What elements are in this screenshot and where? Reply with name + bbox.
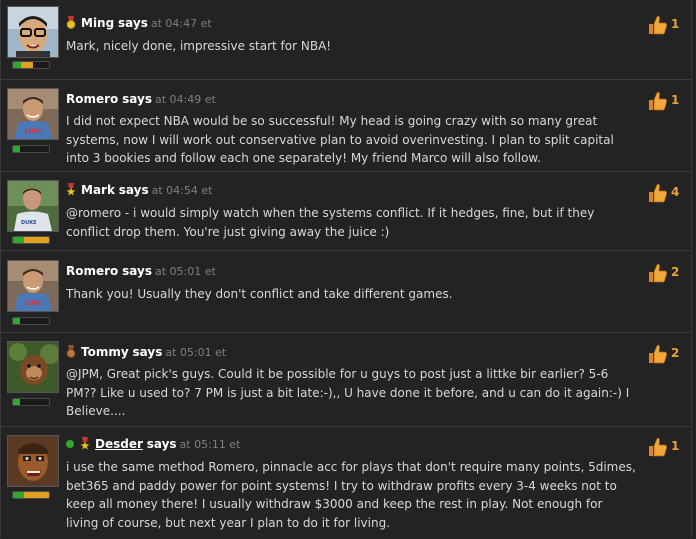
comment-item: Ming says at 04:47 et Mark, nicely done, … [1,0,691,79]
rank-bar-fill [13,146,21,152]
comment-item: LOVE Romero says at 05:01 et Thank you! U… [1,250,691,333]
author-name: Mark [81,183,115,197]
rank-bar-fill [13,62,33,68]
avatar[interactable] [7,341,59,393]
author-name: Tommy [81,345,129,359]
rank-bar-fill [13,318,21,324]
avatar[interactable]: LOVE [7,260,59,312]
says-label: says [132,345,163,359]
comment-header: Ming says at 04:47 et [66,16,212,30]
like-button[interactable]: 1 [646,436,686,458]
says-label: says [146,437,177,451]
like-count: 1 [671,17,680,31]
svg-text:DUKE: DUKE [21,220,37,226]
thumbs-up-icon [649,91,667,111]
comment-header: Romero says at 04:49 et [66,92,216,106]
comment-text: Thank you! Usually they don't conflict a… [66,287,453,301]
says-label: says [122,264,152,278]
comment-item: DUKE Mark says at 04:54 et @romero - i wo… [1,171,691,251]
like-button[interactable]: 2 [646,262,686,284]
avatar[interactable]: DUKE [7,180,59,232]
author-name: Romero [66,92,119,106]
thumbs-up-icon [649,15,667,35]
comment-text: @romero - i would simply watch when the … [66,206,595,239]
star-medal-icon [66,183,76,196]
author-name: Ming [81,16,115,30]
bronze-medal-icon [66,345,76,358]
like-count: 2 [671,265,680,279]
timestamp: at 04:47 et [150,17,212,30]
comment-text: @JPM, Great pick's guys. Could it be pos… [66,367,630,418]
svg-text:LOVE: LOVE [25,300,42,307]
avatar[interactable] [7,435,59,487]
comment-header: Tommy says at 05:01 et [66,345,226,359]
timestamp: at 05:11 et [179,438,241,451]
avatar[interactable] [7,6,59,58]
comment-item: LOVE Romero says at 04:49 et I did not ex… [1,79,691,172]
thumbs-up-icon [649,437,667,457]
rank-bar-fill [13,237,49,243]
like-button[interactable]: 1 [646,14,686,36]
comment-header: Mark says at 04:54 et [66,183,212,197]
thumbs-up-icon [649,263,667,283]
comment-item: Desder says at 05:11 et i use the same me… [1,426,691,539]
frame-right-border [691,0,692,538]
svg-text:LOVE: LOVE [25,128,42,135]
rank-bar [12,491,50,499]
timestamp: at 05:01 et [154,265,216,278]
like-count: 4 [671,185,680,199]
comment-text: i use the same method Romero, pinnacle a… [66,460,636,530]
comment-header: Desder says at 05:11 et [66,437,240,451]
timestamp: at 04:49 et [154,93,216,106]
gold-medal-icon [66,16,76,29]
like-button[interactable]: 4 [646,182,686,204]
like-button[interactable]: 2 [646,343,686,365]
comment-text: Mark, nicely done, impressive start for … [66,39,332,53]
timestamp: at 05:01 et [165,346,227,359]
like-count: 2 [671,346,680,360]
like-button[interactable]: 1 [646,90,686,112]
like-count: 1 [671,439,680,453]
rank-bar-fill [13,492,49,498]
rank-bar [12,317,50,325]
says-label: says [118,16,148,30]
author-name: Romero [66,264,119,278]
like-count: 1 [671,93,680,107]
rank-bar [12,236,50,244]
rank-bar [12,398,50,406]
comment-text: I did not expect NBA would be so success… [66,114,614,165]
timestamp: at 04:54 et [151,184,213,197]
author-name-link[interactable]: Desder [95,437,143,451]
comment-header: Romero says at 05:01 et [66,264,216,278]
thumbs-up-icon [649,183,667,203]
avatar[interactable]: LOVE [7,88,59,140]
says-label: says [122,92,152,106]
star-medal-icon [80,437,90,450]
says-label: says [118,183,149,197]
rank-bar [12,145,50,153]
online-status-icon [66,440,74,448]
thumbs-up-icon [649,344,667,364]
comment-item: Tommy says at 05:01 et @JPM, Great pick's… [1,332,691,427]
rank-bar-fill [13,399,21,405]
rank-bar [12,61,50,69]
